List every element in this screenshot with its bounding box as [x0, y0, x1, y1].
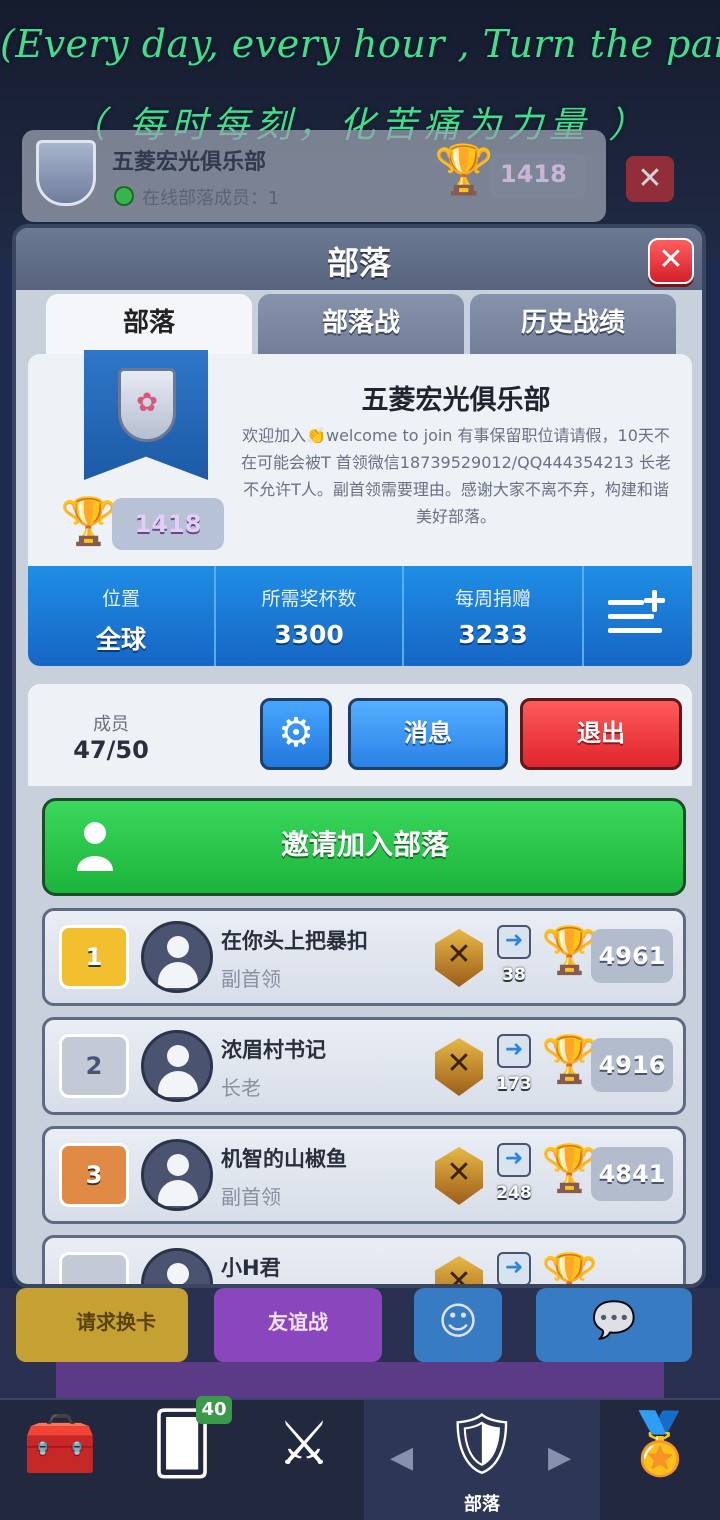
stat-required-value: 3300: [274, 620, 344, 649]
league-icon: [435, 1256, 483, 1284]
member-row[interactable]: 小H君 ➜ 🏆: [42, 1235, 686, 1288]
sakura-badge-icon: ✿: [118, 368, 176, 442]
request-cards-label: 请求换卡: [76, 1310, 156, 1334]
chat-icon: 💬: [536, 1288, 692, 1362]
dialog-title: 部落: [326, 244, 391, 282]
invite-label: 邀请加入部落: [280, 828, 449, 861]
sort-add-icon[interactable]: [606, 588, 670, 644]
nav-battle[interactable]: ⚔: [244, 1400, 364, 1520]
nav-clan-label: 部落: [464, 1494, 500, 1515]
trophy-icon: 🏆: [541, 1141, 599, 1195]
stat-donation-label: 每周捐赠: [454, 588, 531, 610]
stat-weekly-donations: 每周捐赠 3233: [404, 566, 582, 666]
background-clan-name: 五菱宏光俱乐部: [112, 150, 267, 175]
stat-required-label: 所需奖杯数: [261, 588, 357, 610]
tab-history[interactable]: 历史战绩: [470, 294, 676, 356]
background-close-icon: ✕: [626, 156, 674, 202]
gear-icon: ⚙: [278, 710, 314, 756]
donation-icon: ➜: [497, 1252, 531, 1284]
member-name: 在你头上把暴扣: [221, 929, 368, 953]
nav-shop[interactable]: 🧰: [0, 1400, 120, 1520]
rank-badge: [59, 1252, 129, 1284]
background-clan-badge-icon: [36, 140, 96, 206]
member-trophies: 4841: [591, 1147, 673, 1201]
member-role: 副首领: [221, 967, 281, 991]
member-role: 副首领: [221, 1185, 281, 1209]
donation-count: 38: [502, 965, 526, 985]
clan-trophy-count: 1418: [112, 498, 224, 550]
laurel-icon: 🏅: [622, 1409, 698, 1479]
rank-badge: 1: [59, 925, 129, 989]
crossed-swords-icon: ⚔: [277, 1409, 331, 1479]
member-name: 机智的山椒鱼: [221, 1147, 347, 1171]
member-name: 浓眉村书记: [221, 1038, 326, 1062]
member-row[interactable]: 3 机智的山椒鱼 副首领 ➜ 248 🏆 4841: [42, 1126, 686, 1224]
donation-icon: ➜: [497, 1143, 531, 1177]
exit-clan-button[interactable]: 退出: [520, 698, 682, 770]
member-row[interactable]: 1 在你头上把暴扣 副首领 ➜ 38 🏆 4961: [42, 908, 686, 1006]
stat-location-value: 全球: [95, 625, 146, 654]
trophy-icon: 🏆: [541, 923, 599, 977]
chevron-left-icon: ◀: [390, 1440, 414, 1475]
donation-icon: ➜: [497, 925, 531, 959]
settings-button[interactable]: ⚙: [260, 698, 332, 770]
trophy-icon: 🏆: [60, 494, 118, 548]
members-label: 成员: [93, 714, 129, 735]
stat-location-label: 位置: [101, 588, 140, 610]
nav-events[interactable]: 🏅: [600, 1400, 720, 1520]
treasure-chest-icon: 🧰: [22, 1409, 98, 1479]
league-icon: [435, 1038, 483, 1096]
donation-count: 173: [496, 1074, 532, 1094]
member-trophies: 4961: [591, 929, 673, 983]
member-name: 小H君: [221, 1256, 281, 1280]
donation-icon: ➜: [497, 1034, 531, 1068]
friendly-battle-label: 友谊战: [268, 1310, 328, 1334]
online-status-icon: [114, 186, 134, 206]
avatar: [141, 1030, 213, 1102]
cards-count-badge: 40: [196, 1396, 232, 1424]
rank-badge: 3: [59, 1143, 129, 1207]
member-trophies: 4916: [591, 1038, 673, 1092]
emote-icon: ☺: [414, 1288, 502, 1362]
member-list[interactable]: 邀请加入部落 1 在你头上把暴扣 副首领 ➜ 38 🏆 4961 2 浓眉村书记…: [28, 786, 692, 1288]
league-icon: [435, 1147, 483, 1205]
overlay-caption-line-1: (Every day, every hour , Turn the pai: [0, 22, 720, 66]
stat-location: 位置 全球: [28, 566, 214, 666]
clan-description: 欢迎加入👏welcome to join 有事保留职位请请假，10天不在可能会被…: [240, 426, 672, 526]
stat-donation-value: 3233: [458, 620, 528, 649]
tab-clan-war[interactable]: 部落战: [258, 294, 464, 356]
trophy-icon: 🏆: [541, 1250, 599, 1288]
tab-clan[interactable]: 部落: [46, 294, 252, 356]
trophy-icon: 🏆: [541, 1032, 599, 1086]
invite-to-clan-button[interactable]: 邀请加入部落: [42, 798, 686, 896]
stat-required-trophies: 所需奖杯数 3300: [216, 566, 402, 666]
member-row[interactable]: 2 浓眉村书记 长老 ➜ 173 🏆 4916: [42, 1017, 686, 1115]
donation-count: 248: [496, 1183, 532, 1203]
chevron-right-icon: ▶: [548, 1440, 572, 1475]
background-online-members: 在线部落成员：1: [142, 188, 280, 209]
avatar: [141, 1139, 213, 1211]
avatar: [141, 921, 213, 993]
avatar: [141, 1248, 213, 1284]
close-button[interactable]: ✕: [648, 238, 694, 284]
message-button[interactable]: 消息: [348, 698, 508, 770]
member-role: 长老: [221, 1076, 261, 1100]
rank-badge: 2: [59, 1034, 129, 1098]
league-icon: [435, 929, 483, 987]
background-trophy-count: 1418: [500, 160, 567, 188]
background-trophy-icon: 🏆: [434, 142, 494, 198]
close-icon: ✕: [658, 242, 684, 277]
clan-stats-bar: 位置 全球 所需奖杯数 3300 每周捐赠 3233: [28, 566, 692, 666]
background-strip: [56, 1362, 664, 1398]
clan-dialog: 部落 ✕ 部落 部落战 历史战绩 ✿ 🏆 1418 五菱宏光俱乐部 欢迎加入👏w…: [12, 224, 706, 1288]
divider: [582, 566, 584, 666]
clan-name: 五菱宏光俱乐部: [361, 385, 551, 416]
members-count: 47/50: [73, 736, 149, 764]
